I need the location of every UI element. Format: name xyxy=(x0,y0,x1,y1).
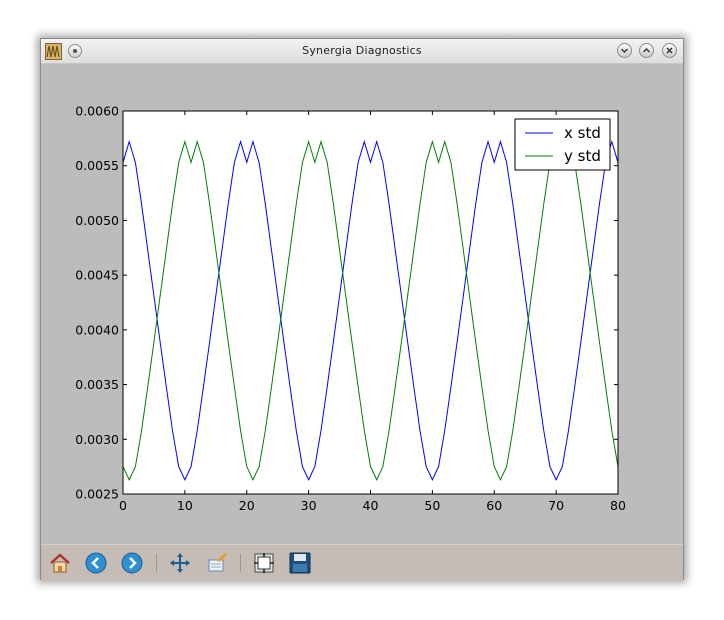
y-tick-label: 0.0040 xyxy=(75,322,119,337)
back-button[interactable] xyxy=(85,552,107,574)
pan-button[interactable] xyxy=(169,552,191,574)
x-tick-label: 80 xyxy=(610,498,626,513)
x-tick-label: 10 xyxy=(177,498,193,513)
x-tick-label: 50 xyxy=(424,498,440,513)
save-button[interactable] xyxy=(289,552,311,574)
close-button[interactable] xyxy=(662,43,677,58)
arrow-left-icon xyxy=(85,552,107,574)
y-tick-label: 0.0045 xyxy=(75,268,119,283)
home-icon xyxy=(50,553,70,573)
maximize-button[interactable] xyxy=(639,43,654,58)
move-arrows-icon xyxy=(170,553,190,573)
floppy-disk-icon xyxy=(289,552,311,574)
app-window: Synergia Diagnostics 0 10 20 30 40 50 60 70 80 0.… xyxy=(40,38,685,581)
legend-label-0: x std xyxy=(564,124,601,142)
forward-button[interactable] xyxy=(121,552,143,574)
arrow-right-icon xyxy=(121,552,143,574)
subplots-config-icon xyxy=(254,553,274,573)
toolbar-separator xyxy=(240,554,241,572)
y-tick-label: 0.0050 xyxy=(75,213,119,228)
x-tick-label: 70 xyxy=(548,498,564,513)
x-tick-label: 30 xyxy=(301,498,317,513)
zoom-rectangle-icon xyxy=(208,552,227,572)
legend-label-1: y std xyxy=(564,147,601,165)
minimize-icon xyxy=(621,48,628,53)
x-tick-label: 60 xyxy=(486,498,502,513)
x-tick-label: 20 xyxy=(239,498,255,513)
y-tick-label: 0.0025 xyxy=(75,487,119,502)
x-tick-label: 40 xyxy=(363,498,379,513)
window-title: Synergia Diagnostics xyxy=(302,44,422,57)
zoom-button[interactable] xyxy=(206,552,228,574)
close-icon xyxy=(666,47,673,54)
toolbar-separator xyxy=(156,554,157,572)
figure-canvas[interactable]: 0 10 20 30 40 50 60 70 80 0.0025 0.0030 0.0035 0.004… xyxy=(41,64,685,544)
y-tick-label: 0.0055 xyxy=(75,158,119,173)
title-bar[interactable]: Synergia Diagnostics xyxy=(41,39,683,64)
y-tick-label: 0.0035 xyxy=(75,377,119,392)
line-chart: 0 10 20 30 40 50 60 70 80 0.0025 0.0030 0.0035 0.004… xyxy=(75,104,626,514)
home-button[interactable] xyxy=(49,552,71,574)
y-tick-label: 0.0030 xyxy=(75,432,119,447)
maximize-icon xyxy=(643,48,650,53)
minimize-button[interactable] xyxy=(617,43,632,58)
x-tick-label: 0 xyxy=(119,498,127,513)
navigation-toolbar xyxy=(41,544,683,581)
subplots-button[interactable] xyxy=(253,552,275,574)
y-tick-label: 0.0060 xyxy=(75,104,119,119)
